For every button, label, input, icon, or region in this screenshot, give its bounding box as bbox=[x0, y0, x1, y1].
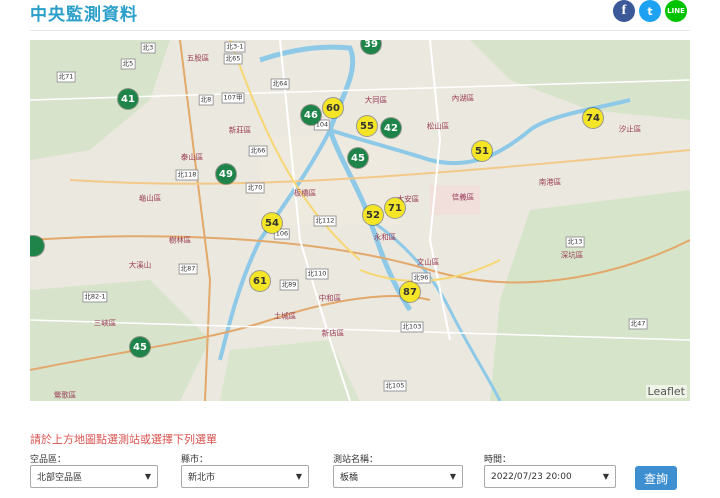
time-field: 時間： 2022/07/23 20:00 ▼ bbox=[484, 452, 616, 488]
road-marker: 北103 bbox=[400, 321, 424, 333]
road-marker: 北87 bbox=[178, 263, 198, 275]
road-marker: 北71 bbox=[56, 71, 76, 83]
station-marker[interactable]: 60 bbox=[323, 98, 343, 118]
station-marker[interactable]: 52 bbox=[363, 205, 383, 225]
leaflet-attribution[interactable]: Leaflet bbox=[645, 385, 687, 398]
page-title: 中央監測資料 bbox=[30, 5, 138, 25]
facebook-icon[interactable]: f bbox=[613, 0, 635, 22]
place-label: 信義區 bbox=[451, 192, 475, 202]
chevron-down-icon: ▼ bbox=[449, 472, 456, 481]
station-marker[interactable]: 55 bbox=[357, 116, 377, 136]
place-label: 深坑區 bbox=[560, 250, 584, 260]
query-button[interactable]: 查詢 bbox=[635, 466, 677, 490]
road-marker: 北70 bbox=[245, 182, 265, 194]
station-marker[interactable]: 42 bbox=[381, 118, 401, 138]
road-marker: 北8 bbox=[198, 94, 214, 106]
road-marker: 北112 bbox=[313, 215, 337, 227]
station-marker[interactable]: 54 bbox=[262, 213, 282, 233]
road-marker: 北3 bbox=[140, 42, 156, 54]
place-label: 汐止區 bbox=[618, 124, 642, 134]
station-marker[interactable]: 41 bbox=[118, 89, 138, 109]
monitoring-map[interactable]: 五股區 泰山區 龜山區 板橋區 新莊區 大安區 信義區 南港區 中和區 永和區 … bbox=[30, 40, 690, 401]
road-marker: 北64 bbox=[270, 78, 290, 90]
road-marker: 北13 bbox=[565, 236, 585, 248]
place-label: 樹林區 bbox=[168, 235, 192, 245]
road-marker: 107甲 bbox=[221, 92, 245, 104]
city-label: 縣市： bbox=[181, 455, 209, 465]
station-marker[interactable]: 71 bbox=[385, 198, 405, 218]
place-label: 土城區 bbox=[273, 311, 297, 321]
place-label: 五股區 bbox=[186, 53, 210, 63]
time-label: 時間： bbox=[484, 455, 512, 465]
place-label: 泰山區 bbox=[180, 152, 204, 162]
road-marker: 北66 bbox=[248, 145, 268, 157]
station-label: 測站名稱： bbox=[333, 455, 379, 465]
road-marker: 北3-1 bbox=[224, 41, 246, 53]
selection-hint: 請於上方地圖點選測站或選擇下列選單 bbox=[30, 433, 217, 446]
station-marker[interactable]: 45 bbox=[348, 148, 368, 168]
place-label: 新店區 bbox=[321, 328, 345, 338]
place-label: 南港區 bbox=[538, 177, 562, 187]
station-marker[interactable]: 87 bbox=[400, 282, 420, 302]
query-form: 空品區： 北部空品區 ▼ 縣市： 新北市 ▼ 測站名稱： 板橋 ▼ 時間： 20… bbox=[30, 452, 690, 496]
road-marker: 北118 bbox=[175, 169, 199, 181]
time-select[interactable]: 2022/07/23 20:00 ▼ bbox=[484, 465, 616, 488]
social-links: f t LINE bbox=[613, 0, 687, 22]
station-marker[interactable]: 49 bbox=[216, 164, 236, 184]
city-field: 縣市： 新北市 ▼ bbox=[181, 452, 309, 488]
place-label: 大溪山 bbox=[128, 260, 152, 270]
station-field: 測站名稱： 板橋 ▼ bbox=[333, 452, 463, 488]
place-label: 新莊區 bbox=[228, 125, 252, 135]
station-select[interactable]: 板橋 ▼ bbox=[333, 465, 463, 488]
place-label: 龜山區 bbox=[138, 193, 162, 203]
station-marker[interactable]: 74 bbox=[583, 108, 603, 128]
place-label: 中和區 bbox=[318, 293, 342, 303]
place-label: 內湖區 bbox=[451, 93, 475, 103]
chevron-down-icon: ▼ bbox=[295, 472, 302, 481]
station-marker[interactable]: 46 bbox=[301, 105, 321, 125]
road-marker: 北82-1 bbox=[82, 291, 108, 303]
city-select[interactable]: 新北市 ▼ bbox=[181, 465, 309, 488]
road-marker: 北65 bbox=[223, 53, 243, 65]
station-marker[interactable]: 61 bbox=[250, 271, 270, 291]
place-label: 永和區 bbox=[373, 232, 397, 242]
chevron-down-icon: ▼ bbox=[144, 472, 151, 481]
road-marker: 北105 bbox=[383, 380, 407, 392]
region-label: 空品區： bbox=[30, 455, 67, 465]
place-label: 鶯歌區 bbox=[53, 390, 77, 400]
twitter-icon[interactable]: t bbox=[639, 0, 661, 22]
station-marker[interactable]: 51 bbox=[472, 141, 492, 161]
station-marker[interactable]: 45 bbox=[130, 337, 150, 357]
line-icon[interactable]: LINE bbox=[665, 0, 687, 22]
header-divider bbox=[30, 30, 690, 31]
place-label: 板橋區 bbox=[293, 188, 317, 198]
place-label: 大同區 bbox=[364, 95, 388, 105]
road-marker: 北89 bbox=[279, 279, 299, 291]
place-label: 松山區 bbox=[426, 121, 450, 131]
region-field: 空品區： 北部空品區 ▼ bbox=[30, 452, 158, 488]
road-marker: 北5 bbox=[120, 58, 136, 70]
road-marker: 北110 bbox=[305, 268, 329, 280]
road-marker: 北47 bbox=[628, 318, 648, 330]
region-select[interactable]: 北部空品區 ▼ bbox=[30, 465, 158, 488]
place-label: 三峽區 bbox=[93, 318, 117, 328]
place-label: 文山區 bbox=[416, 257, 440, 267]
chevron-down-icon: ▼ bbox=[602, 472, 609, 481]
road-marker: 北96 bbox=[411, 272, 431, 284]
